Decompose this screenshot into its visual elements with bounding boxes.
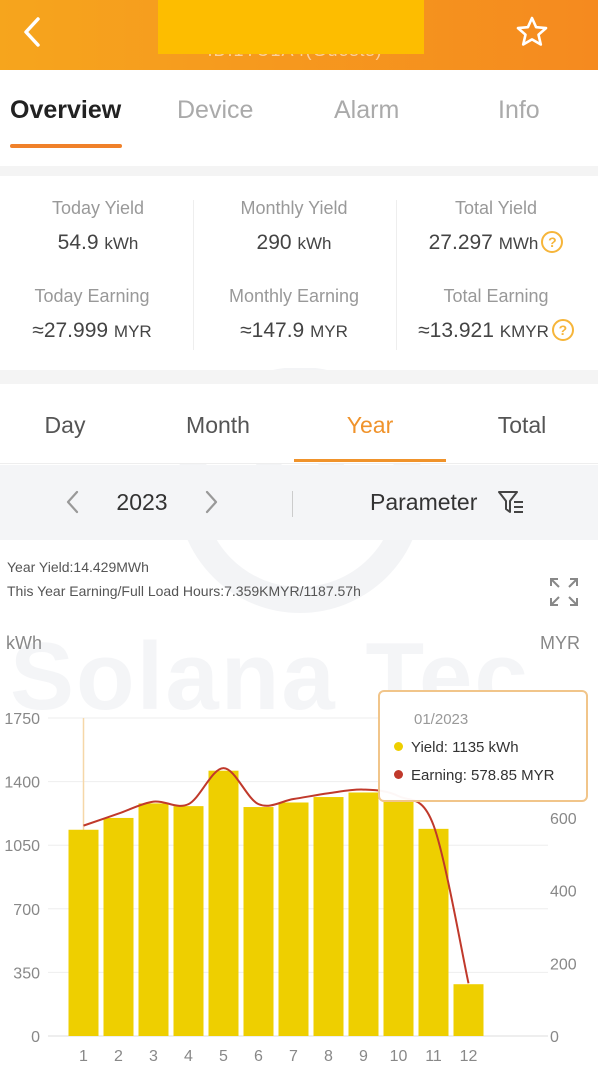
x-tick-label: 5 — [219, 1048, 228, 1065]
yield-bar-2 — [103, 817, 134, 1036]
x-tick-label: 12 — [460, 1048, 478, 1065]
right-tick-label: 200 — [550, 956, 577, 973]
yield-bar-1 — [68, 829, 99, 1036]
right-tick-label: 600 — [550, 811, 577, 828]
x-tick-label: 8 — [324, 1048, 333, 1065]
x-tick-label: 6 — [254, 1048, 263, 1065]
x-tick-label: 9 — [359, 1048, 368, 1065]
yield-dot-icon — [394, 742, 403, 751]
earning-dot-icon — [394, 770, 403, 779]
x-tick-label: 4 — [184, 1048, 193, 1065]
yield-bar-10 — [383, 799, 414, 1036]
x-tick-label: 3 — [149, 1048, 158, 1065]
yield-bar-12 — [453, 984, 484, 1036]
left-tick-label: 0 — [31, 1029, 40, 1046]
yield-bar-6 — [243, 807, 274, 1036]
yield-bar-7 — [278, 802, 309, 1036]
yield-bar-5 — [208, 770, 239, 1036]
yield-bar-3 — [138, 803, 169, 1036]
tooltip-title: 01/2023 — [414, 711, 469, 728]
yield-bar-4 — [173, 806, 204, 1036]
left-tick-label: 1050 — [4, 838, 40, 855]
left-tick-label: 1400 — [4, 775, 40, 792]
x-tick-label: 1 — [79, 1048, 88, 1065]
x-tick-label: 7 — [289, 1048, 298, 1065]
yield-earning-chart[interactable]: 035070010501400175002004006001 2 3 4 5 6 7 8 9 10… — [0, 0, 598, 1080]
yield-bar-8 — [313, 797, 344, 1036]
tooltip-yield: Yield: 1135 kWh — [411, 739, 519, 756]
left-tick-label: 350 — [13, 965, 40, 982]
left-tick-label: 700 — [13, 902, 40, 919]
right-tick-label: 400 — [550, 884, 577, 901]
left-tick-label: 1750 — [4, 711, 40, 728]
right-tick-label: 0 — [550, 1029, 559, 1046]
x-tick-label: 11 — [425, 1048, 442, 1065]
chart-tooltip: 01/2023 Yield: 1135 kWh Earning: 578.85 … — [378, 690, 588, 802]
x-tick-label: 2 — [114, 1048, 123, 1065]
yield-bar-9 — [348, 792, 379, 1036]
tooltip-earning: Earning: 578.85 MYR — [411, 767, 555, 784]
x-tick-label: 10 — [390, 1048, 408, 1065]
